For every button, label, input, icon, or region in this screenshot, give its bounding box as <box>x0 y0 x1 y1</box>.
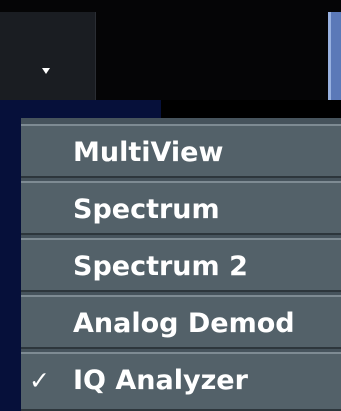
menu-item-spectrum-2[interactable]: Spectrum 2 <box>21 238 341 292</box>
menu-item-spectrum[interactable]: Spectrum <box>21 181 341 235</box>
menu-item-label: Spectrum <box>73 194 220 225</box>
menu-item-label: Analog Demod <box>73 308 295 339</box>
window-edge-accent <box>331 12 341 100</box>
menu-item-label: Spectrum 2 <box>73 251 248 282</box>
chevron-down-icon[interactable] <box>42 68 50 74</box>
checkmark-icon: ✓ <box>29 366 50 395</box>
menu-item-label: IQ Analyzer <box>73 365 248 396</box>
menu-item-multiview[interactable]: MultiView <box>21 124 341 178</box>
menu-item-iq-analyzer[interactable]: ✓ IQ Analyzer <box>21 352 341 411</box>
menu-item-label: MultiView <box>73 137 224 168</box>
application-menu: MultiView Spectrum Spectrum 2 Analog Dem… <box>21 118 341 411</box>
menu-item-analog-demod[interactable]: Analog Demod <box>21 295 341 349</box>
dropdown-toggle-button[interactable] <box>0 12 96 100</box>
